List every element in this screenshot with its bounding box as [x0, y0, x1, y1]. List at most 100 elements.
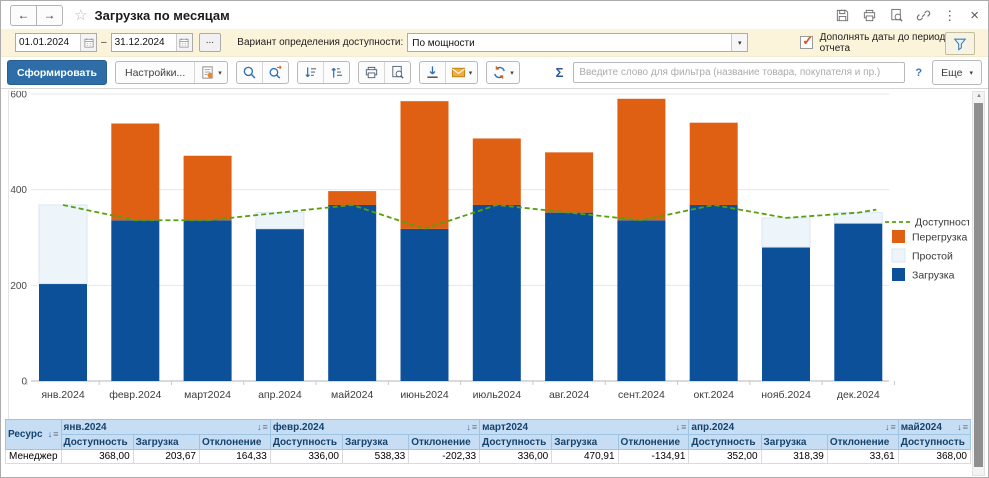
legend-label: Доступность	[915, 217, 969, 229]
refresh-button[interactable]: ▾	[487, 62, 519, 83]
monthly-load-chart: 0200400600янв.2024февр.2024март2024апр.2…	[1, 91, 969, 417]
value-cell[interactable]: 368,00	[898, 450, 970, 464]
collapse-rows-button[interactable]	[298, 62, 323, 83]
table-header-resource[interactable]: Ресурс↓≡	[6, 420, 62, 450]
x-category-label: июнь2024	[400, 389, 449, 401]
table-subheader[interactable]: Доступность	[898, 435, 970, 450]
sort-ascending-icon	[329, 65, 344, 80]
bar-load	[328, 205, 376, 381]
table-month-header[interactable]: март2024↓≡	[480, 420, 689, 435]
report-variants-button[interactable]: ▾	[194, 62, 227, 83]
send-email-button[interactable]: ▾	[445, 62, 478, 83]
value-cell[interactable]: -202,33	[409, 450, 480, 464]
x-category-label: авг.2024	[549, 389, 589, 401]
x-category-label: апр.2024	[258, 389, 302, 401]
table-month-header[interactable]: май2024↓≡	[898, 420, 970, 435]
x-category-label: июль2024	[473, 389, 522, 401]
value-cell[interactable]: 368,00	[61, 450, 133, 464]
value-cell[interactable]: 470,91	[552, 450, 618, 464]
close-icon[interactable]: ×	[970, 8, 979, 23]
funnel-icon	[953, 37, 967, 51]
table-subheader[interactable]: Загрузка	[342, 435, 408, 450]
date-from-input[interactable]	[16, 34, 80, 51]
search-button[interactable]	[237, 62, 262, 83]
filter-bar: – ... Вариант определения доступности: П…	[1, 29, 988, 57]
bar-load	[111, 220, 159, 381]
checkmark-icon: ✓	[802, 33, 813, 49]
sort-icon[interactable]: ↓≡	[676, 423, 687, 432]
sort-icon[interactable]: ↓≡	[257, 423, 268, 432]
value-cell[interactable]: 336,00	[270, 450, 342, 464]
y-tick-label: 400	[10, 185, 27, 196]
chevron-down-icon[interactable]: ▾	[731, 34, 747, 51]
table-subheader[interactable]: Доступность	[689, 435, 761, 450]
period-more-button[interactable]: ...	[199, 33, 222, 52]
bar-load	[184, 220, 232, 381]
value-cell[interactable]: 352,00	[689, 450, 761, 464]
legend-label: Загрузка	[912, 270, 955, 282]
print-icon[interactable]	[862, 8, 877, 23]
table-subheader[interactable]: Отклонение	[199, 435, 270, 450]
forward-button[interactable]: →	[37, 5, 63, 26]
availability-variant-combo[interactable]: По мощности ▾	[407, 33, 748, 52]
table-subheader[interactable]: Отклонение	[409, 435, 480, 450]
save-result-button[interactable]	[420, 62, 445, 83]
date-from-field[interactable]	[15, 33, 97, 52]
table-month-header[interactable]: февр.2024↓≡	[270, 420, 479, 435]
value-cell[interactable]: 164,33	[199, 450, 270, 464]
more-button-label: Еще	[941, 67, 962, 79]
table-subheader[interactable]: Доступность	[480, 435, 552, 450]
print-preview-button[interactable]	[384, 62, 410, 83]
calendar-icon[interactable]	[80, 34, 96, 51]
table-subheader[interactable]: Загрузка	[761, 435, 827, 450]
value-cell[interactable]: 33,61	[827, 450, 898, 464]
print-preview-icon[interactable]	[889, 8, 904, 23]
print-preview-icon	[390, 65, 405, 80]
value-cell[interactable]: -134,91	[618, 450, 689, 464]
sort-icon[interactable]: ↓≡	[957, 423, 968, 432]
table-month-header[interactable]: янв.2024↓≡	[61, 420, 270, 435]
more-button[interactable]: Еще ▾	[932, 60, 982, 85]
table-subheader[interactable]: Отклонение	[827, 435, 898, 450]
resource-cell[interactable]: Менеджер	[6, 450, 62, 464]
filter-search-input[interactable]	[573, 62, 905, 83]
value-cell[interactable]: 318,39	[761, 450, 827, 464]
search-next-button[interactable]	[262, 62, 288, 83]
scroll-up-icon[interactable]: ▲	[976, 93, 982, 99]
table-subheader[interactable]: Загрузка	[133, 435, 199, 450]
table-subheader[interactable]: Загрузка	[552, 435, 618, 450]
sort-icon[interactable]: ↓≡	[466, 423, 477, 432]
date-to-input[interactable]	[112, 34, 176, 51]
print-button[interactable]	[359, 62, 384, 83]
result-table-wrap: Ресурс↓≡янв.2024↓≡февр.2024↓≡март2024↓≡а…	[5, 419, 971, 464]
more-vertical-icon[interactable]: ⋮	[943, 9, 956, 22]
settings-button[interactable]: Настройки...	[116, 62, 194, 83]
sort-icon[interactable]: ↓≡	[885, 423, 896, 432]
chevron-down-icon: ▾	[510, 69, 514, 77]
table-subheader[interactable]: Отклонение	[618, 435, 689, 450]
expand-rows-button[interactable]	[323, 62, 349, 83]
download-icon	[425, 65, 440, 80]
table-month-header[interactable]: апр.2024↓≡	[689, 420, 898, 435]
sort-descending-icon	[303, 65, 318, 80]
vertical-scrollbar[interactable]: ▲	[972, 91, 985, 476]
checkbox[interactable]: ✓	[800, 36, 812, 49]
sum-sigma-icon[interactable]: Σ	[556, 65, 564, 80]
value-cell[interactable]: 336,00	[480, 450, 552, 464]
generate-button[interactable]: Сформировать	[7, 60, 107, 85]
help-link[interactable]: ?	[915, 67, 922, 79]
date-to-field[interactable]	[111, 33, 193, 52]
sort-icon[interactable]: ↓≡	[48, 430, 59, 439]
get-link-icon[interactable]	[916, 8, 931, 23]
back-button[interactable]: ←	[10, 5, 37, 26]
value-cell[interactable]: 538,33	[342, 450, 408, 464]
table-subheader[interactable]: Доступность	[61, 435, 133, 450]
calendar-icon[interactable]	[176, 34, 192, 51]
save-icon[interactable]	[835, 8, 850, 23]
table-subheader[interactable]: Доступность	[270, 435, 342, 450]
x-category-label: май2024	[331, 389, 373, 401]
scrollbar-thumb[interactable]	[974, 103, 983, 467]
value-cell[interactable]: 203,67	[133, 450, 199, 464]
filter-funnel-button[interactable]	[945, 32, 975, 55]
favorite-star-icon[interactable]: ☆	[74, 6, 87, 24]
